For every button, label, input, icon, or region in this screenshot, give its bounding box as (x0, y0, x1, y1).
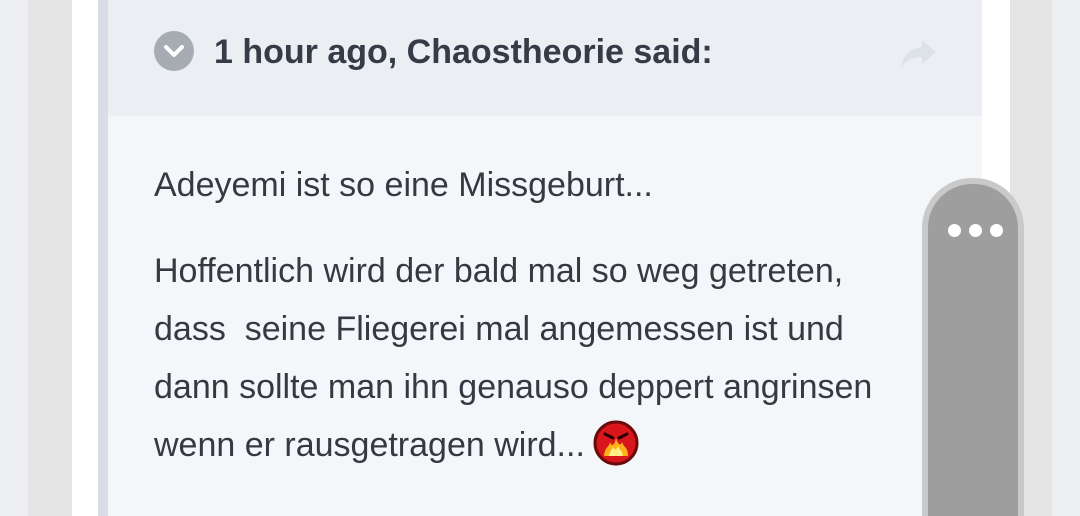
quote-line: wenn er rausgetragen wird... (154, 416, 944, 474)
quote-block: 1 hour ago, Chaostheorie said: Adeyemi i… (98, 0, 982, 516)
quote-line: Hoffentlich wird der bald mal so weg get… (154, 252, 844, 290)
floating-menu-handle[interactable] (922, 178, 1024, 516)
quote-paragraph: Adeyemi ist so eine Missgeburt... (154, 166, 653, 204)
angry-fire-emoji (593, 420, 639, 466)
quote-line: dass seine Fliegerei mal angemessen ist … (154, 310, 844, 348)
left-rail (28, 0, 72, 516)
quote-body: Adeyemi ist so eine Missgeburt... Hoffen… (154, 156, 944, 474)
share-arrow-icon[interactable] (898, 36, 942, 72)
chevron-down-icon[interactable] (154, 31, 194, 71)
quote-line: dann sollte man ihn genauso deppert angr… (154, 368, 873, 406)
quote-line-text: wenn er rausgetragen wird... (154, 426, 585, 464)
quote-citation: 1 hour ago, Chaostheorie said: (214, 33, 713, 71)
quote-paragraph: Hoffentlich wird der bald mal so weg get… (154, 242, 944, 474)
quote-header: 1 hour ago, Chaostheorie said: (108, 0, 982, 116)
more-dots-icon[interactable] (948, 224, 1004, 238)
page: 1 hour ago, Chaostheorie said: Adeyemi i… (0, 0, 1080, 516)
